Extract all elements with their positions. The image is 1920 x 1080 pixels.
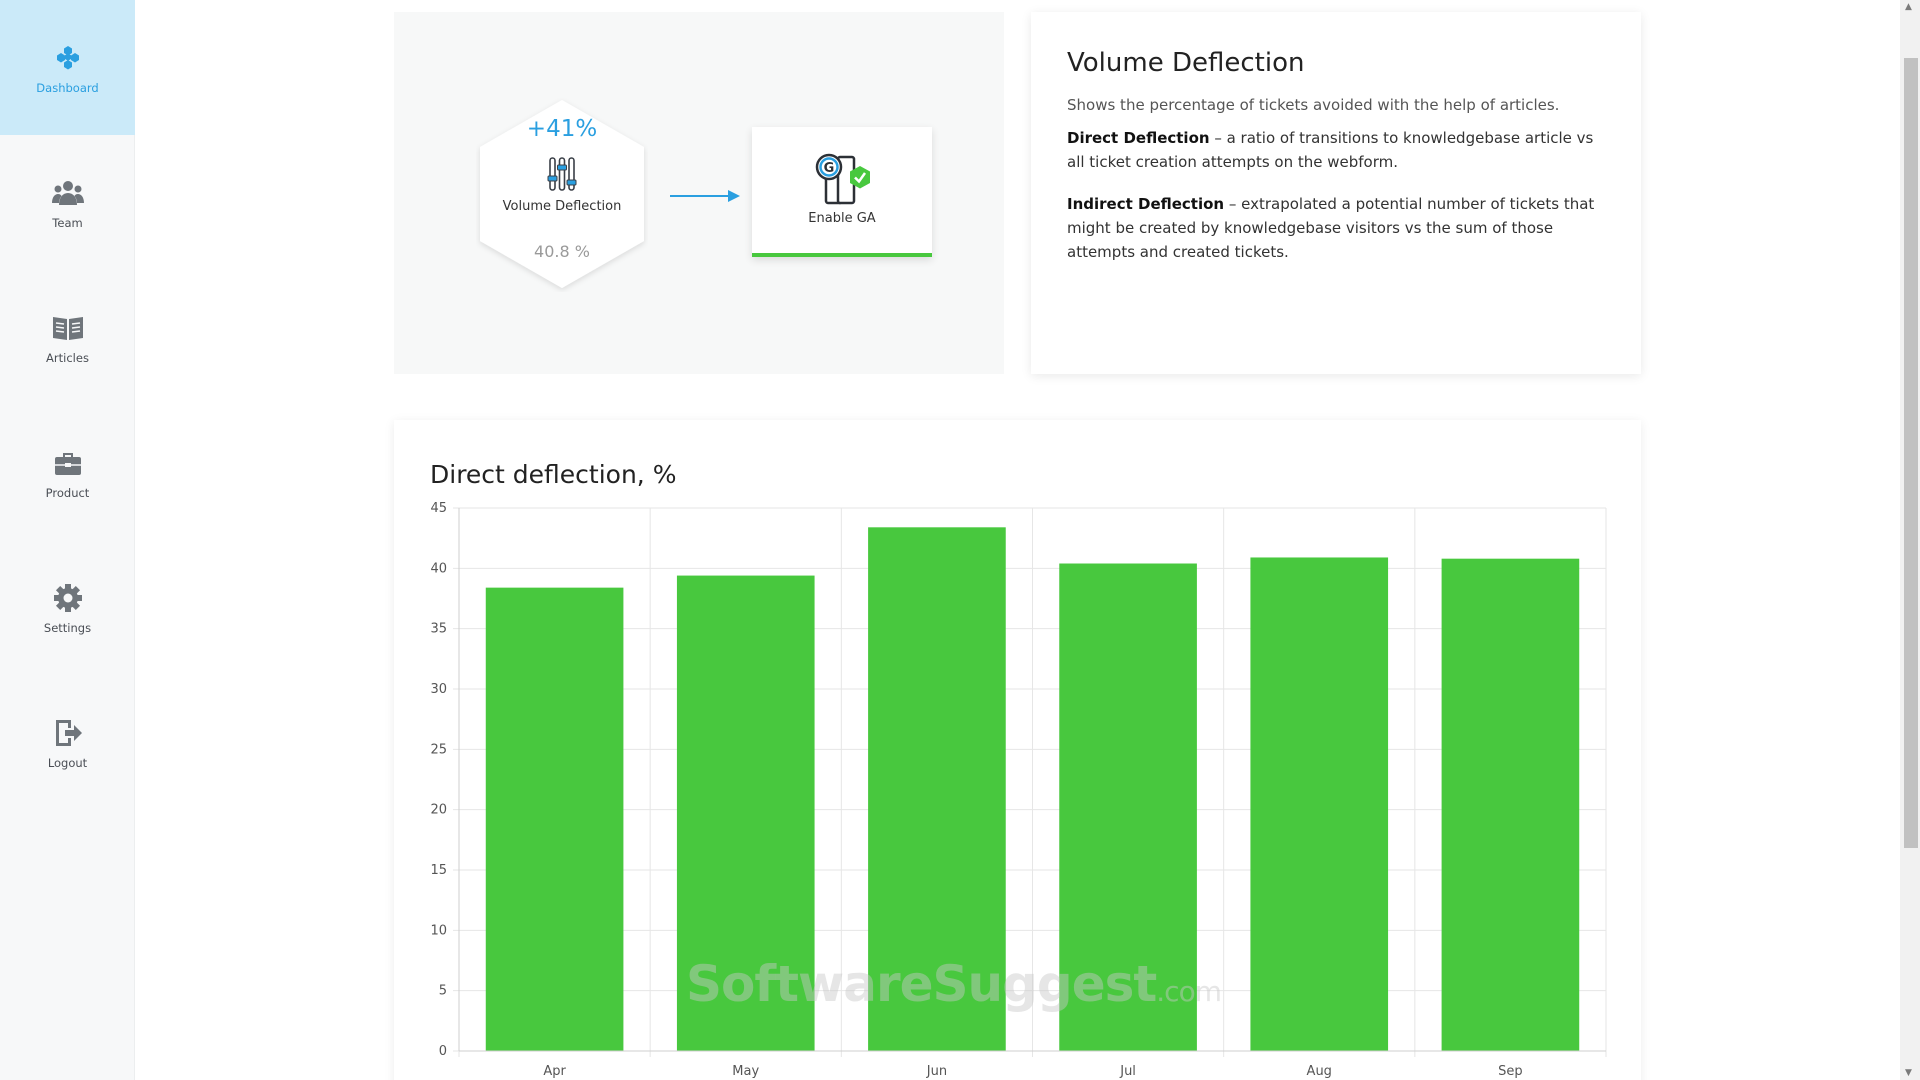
metric-change: +41% [526,116,598,142]
sidebar-item-label: Articles [46,350,89,365]
y-tick-label: 20 [430,803,447,818]
sidebar-item-label: Team [52,215,83,230]
y-tick-label: 0 [439,1044,447,1059]
y-tick-label: 5 [439,984,447,999]
x-tick-label: Aug [1307,1064,1332,1079]
scroll-up-arrow-icon[interactable]: ▲ [1905,2,1912,12]
watermark: SoftwareSuggest.com [686,955,1222,1013]
indirect-deflection-definition: Indirect Deflection – extrapolated a pot… [1067,192,1605,264]
sidebar-item-dashboard[interactable]: Dashboard [0,0,135,135]
info-title: Volume Deflection [1067,48,1305,78]
sidebar: Dashboard Team Articles Product Settings… [0,0,135,1080]
briefcase-icon [51,446,85,480]
bar [485,587,624,1051]
y-tick-label: 35 [430,622,447,637]
team-icon [51,176,85,210]
gear-icon [51,581,85,615]
volume-deflection-info-card: Volume Deflection Shows the percentage o… [1031,12,1641,374]
bar [1441,558,1580,1051]
logout-icon [51,716,85,750]
enable-ga-label: Enable GA [808,211,876,226]
enable-ga-card[interactable]: G Enable GA [752,127,932,257]
sidebar-item-label: Settings [43,620,92,635]
svg-text:G: G [824,161,835,176]
x-tick-label: May [732,1064,759,1079]
y-tick-label: 25 [430,742,447,757]
arrow-right-icon [670,188,740,202]
scrollbar-thumb[interactable] [1904,58,1918,848]
google-analytics-check-icon: G [814,153,876,205]
y-tick-label: 40 [430,561,447,576]
sidebar-item-settings[interactable]: Settings [0,540,135,675]
direct-deflection-definition: Direct Deflection – a ratio of transitio… [1067,126,1605,174]
deflection-flow-panel: +41% Volume Deflection 40.8 % G Enable G… [394,12,1004,374]
sidebar-item-label: Product [45,485,90,500]
vertical-scrollbar[interactable]: ▲ ▼ [1900,0,1920,1080]
y-tick-label: 10 [430,923,447,938]
info-description: Shows the percentage of tickets avoided … [1067,96,1560,114]
hexagon-cluster-icon [51,41,85,75]
bar [1250,557,1389,1051]
scroll-down-arrow-icon[interactable]: ▼ [1905,1068,1912,1078]
sidebar-item-label: Logout [47,755,88,770]
metric-label: Volume Deflection [502,199,622,214]
y-tick-label: 15 [430,863,447,878]
sidebar-item-team[interactable]: Team [0,135,135,270]
y-tick-label: 30 [430,682,447,697]
y-tick-label: 45 [430,501,447,516]
direct-deflection-term: Direct Deflection [1067,129,1210,147]
sidebar-item-label: Dashboard [36,80,99,95]
x-tick-label: Jun [926,1064,947,1079]
metric-value: 40.8 % [534,242,590,261]
sidebar-item-product[interactable]: Product [0,405,135,540]
status-bar [752,253,932,257]
sidebar-item-logout[interactable]: Logout [0,675,135,810]
sidebar-item-articles[interactable]: Articles [0,270,135,405]
watermark-main: SoftwareSuggest [686,955,1157,1013]
x-tick-label: Jul [1119,1064,1136,1079]
book-icon [51,311,85,345]
indirect-deflection-term: Indirect Deflection [1067,195,1225,213]
x-tick-label: Apr [543,1064,566,1079]
sliders-icon [546,156,578,192]
watermark-suffix: .com [1156,975,1222,1008]
x-tick-label: Sep [1498,1064,1523,1079]
volume-deflection-metric[interactable]: +41% Volume Deflection 40.8 % [476,96,648,292]
